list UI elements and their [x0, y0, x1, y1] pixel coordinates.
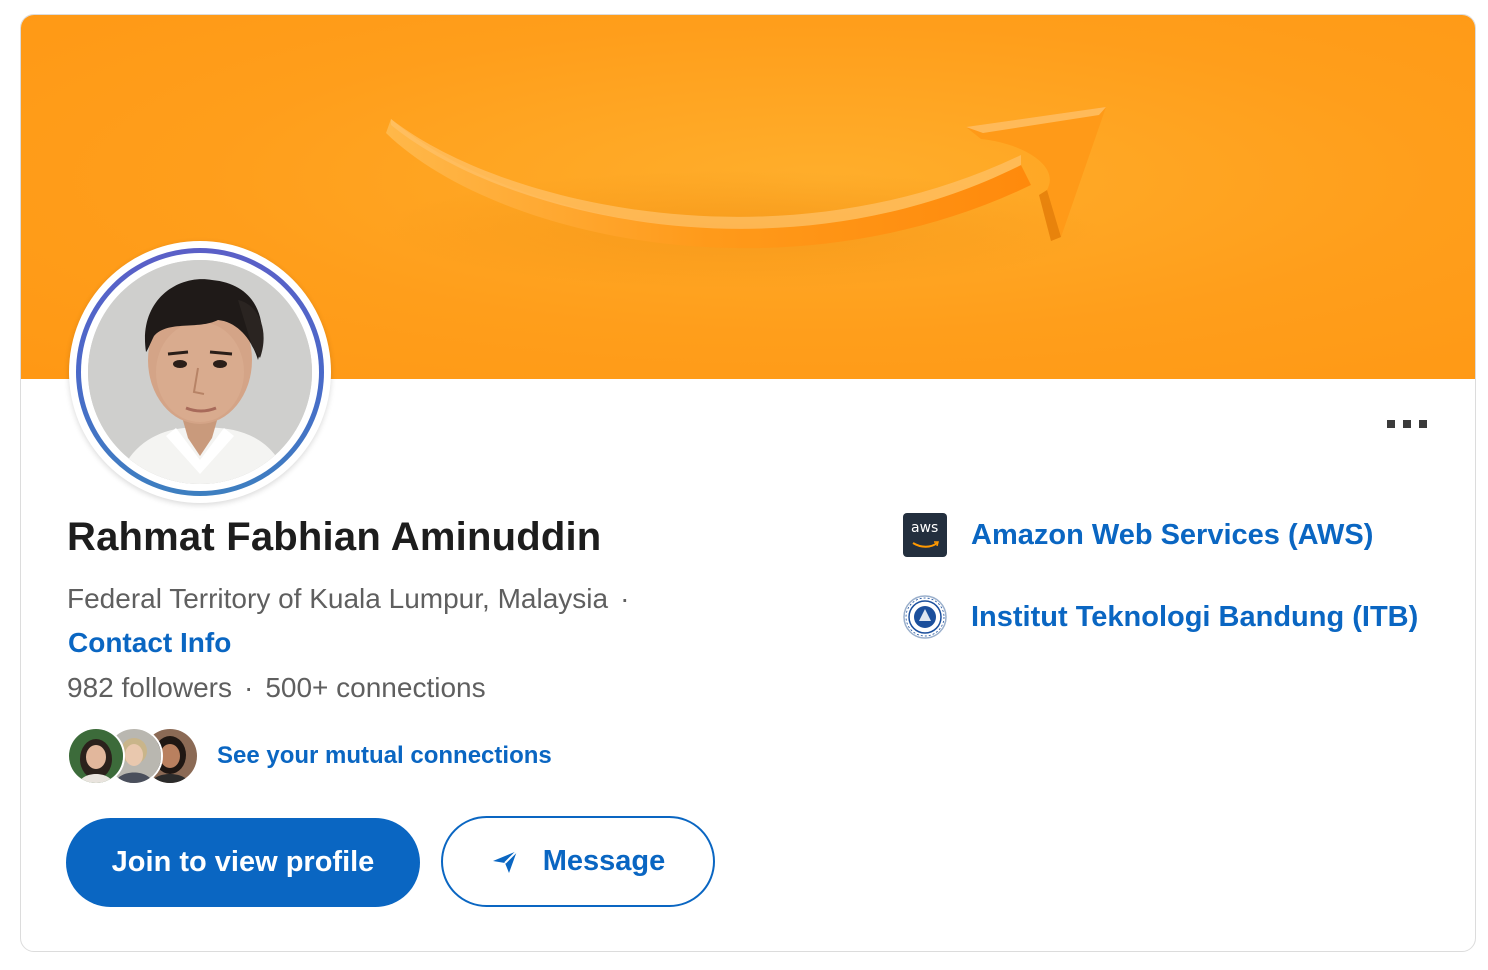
profile-photo — [88, 260, 312, 484]
education-itb-link[interactable]: Institut Teknologi Bandung (ITB) — [903, 595, 1418, 639]
send-icon — [491, 849, 519, 875]
mutual-connections-avatars[interactable] — [67, 727, 199, 785]
more-dot — [1419, 420, 1427, 428]
profile-avatar — [69, 241, 331, 503]
message-label: Message — [542, 845, 666, 877]
stats-separator: · — [243, 672, 254, 703]
more-dot — [1403, 420, 1411, 428]
experience-aws-link[interactable]: aws Amazon Web Services (AWS) — [903, 513, 1373, 557]
location-text: Federal Territory of Kuala Lumpur, Malay… — [67, 583, 609, 614]
location-separator: · — [620, 583, 630, 614]
aws-logo-icon: aws — [903, 513, 947, 557]
itb-seal-icon — [903, 595, 947, 639]
mutual-connections-link[interactable]: See your mutual connections — [217, 742, 552, 770]
profile-stats: 982 followers · 500+ connections — [67, 672, 486, 704]
itb-school-name: Institut Teknologi Bandung (ITB) — [971, 600, 1419, 633]
more-options-button[interactable] — [1381, 413, 1433, 435]
join-to-view-profile-button[interactable]: Join to view profile — [66, 818, 420, 907]
profile-card: Rahmat Fabhian Aminuddin Federal Territo… — [20, 14, 1476, 952]
more-horizontal-icon — [1387, 420, 1395, 428]
message-button[interactable]: Message — [441, 816, 715, 907]
followers-count: 982 followers — [67, 672, 232, 703]
contact-info-link[interactable]: Contact Info — [68, 627, 231, 659]
profile-location: Federal Territory of Kuala Lumpur, Malay… — [67, 583, 629, 615]
aws-company-name: Amazon Web Services (AWS) — [971, 518, 1374, 551]
mutual-avatar — [67, 727, 125, 785]
profile-name: Rahmat Fabhian Aminuddin — [67, 515, 602, 559]
connections-count: 500+ connections — [265, 672, 486, 703]
